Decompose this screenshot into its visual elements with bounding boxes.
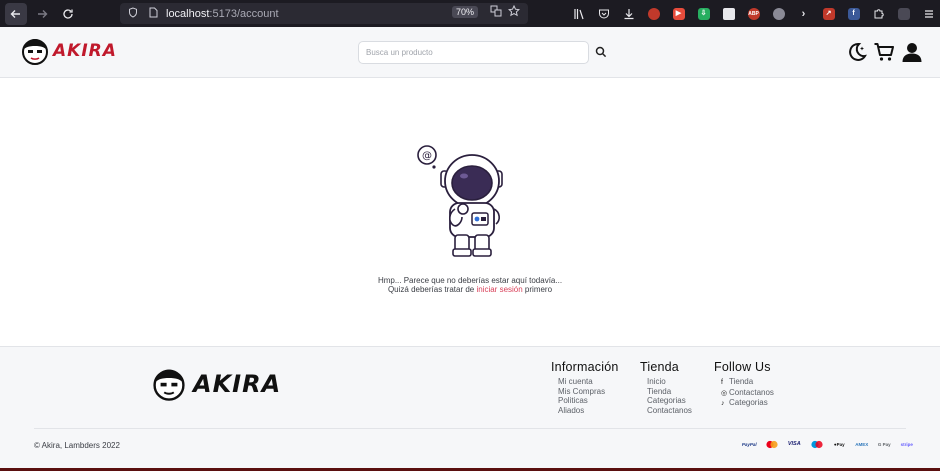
not-logged-in-message: Hmp... Parece que no deberías estar aquí… [377, 276, 563, 285]
footer-link-label: Categorias [729, 398, 768, 408]
footer-social-tiktok[interactable]: ♪ Categorias [714, 398, 774, 409]
user-account-icon[interactable] [901, 41, 923, 63]
address-bar[interactable]: localhost:5173/account 70% [120, 3, 528, 24]
account-empty-state: @ Hmp... Parece que no deberías estar aq… [0, 78, 940, 346]
arrow-right-icon [38, 9, 48, 18]
extension-3-icon[interactable]: ⇩ [691, 4, 716, 23]
translate-icon[interactable] [490, 5, 502, 20]
forward-button[interactable] [31, 3, 53, 25]
tiktok-icon: ♪ [721, 400, 725, 408]
footer-column-title: Follow Us [714, 360, 771, 374]
footer-logo[interactable]: AKIRA [151, 366, 281, 402]
extension-4-icon[interactable] [716, 4, 741, 23]
payment-label: VISA [787, 441, 801, 447]
reload-button[interactable] [57, 3, 79, 25]
payment-methods: PayPal VISA ●Pay AMEX G Pay stripe [738, 439, 918, 449]
akira-face-logo-icon [153, 369, 185, 401]
dark-mode-moon-icon[interactable] [846, 41, 868, 63]
amex-icon: AMEX [855, 441, 869, 447]
shield-icon[interactable] [126, 6, 140, 21]
astronaut-illustration: @ [417, 145, 503, 257]
payment-label: stripe [900, 441, 913, 447]
maestro-icon [806, 439, 829, 449]
adblock-icon[interactable]: ABP [741, 4, 766, 23]
menu-icon[interactable] [916, 4, 940, 23]
logo-text: AKIRA [53, 41, 117, 61]
facebook-icon: f [721, 379, 723, 386]
url-text[interactable]: localhost:5173/account [166, 8, 279, 20]
reload-icon [63, 8, 73, 19]
back-button[interactable] [5, 2, 27, 25]
extensions-puzzle-icon[interactable] [866, 4, 891, 23]
extension-7-icon[interactable]: ↗ [816, 4, 841, 23]
extension-9-icon[interactable] [891, 4, 916, 23]
footer-column-title: Información [551, 360, 619, 374]
footer-link-label: Contactanos [729, 387, 774, 397]
svg-text:@: @ [422, 151, 432, 162]
pocket-icon[interactable] [591, 4, 616, 23]
visa-icon: VISA [783, 439, 806, 449]
extension-2-icon[interactable]: ▶ [666, 4, 691, 23]
header-logo[interactable]: AKIRA [20, 36, 117, 66]
site-header: AKIRA [0, 27, 940, 78]
page-icon [146, 7, 160, 21]
footer-link[interactable]: Politicas [551, 396, 619, 406]
footer-logo-text: AKIRA [193, 370, 282, 398]
footer-column-follow-us: Follow Us f Tienda ◎ Contactanos ♪ Categori… [714, 360, 774, 409]
extension-5-icon[interactable] [766, 4, 791, 23]
arrow-left-icon [10, 9, 20, 18]
footer-link[interactable]: Mi cuenta [551, 377, 619, 387]
extension-6-icon[interactable]: › [791, 4, 816, 23]
paypal-icon: PayPal [738, 439, 761, 449]
login-link[interactable]: iniciar sesión [476, 285, 522, 294]
footer-social-facebook[interactable]: f Tienda [714, 377, 774, 388]
url-host: localhost [166, 7, 210, 20]
login-suggestion-suffix: primero [522, 285, 553, 294]
browser-toolbar: localhost:5173/account 70% ▶ ⇩ ABP › ↗ f [0, 0, 940, 27]
footer-link[interactable]: Inicio [640, 377, 692, 387]
url-path: :5173/account [209, 7, 279, 20]
site-footer: AKIRA Información Mi cuenta Mis Compras … [0, 346, 940, 471]
copyright: © Akira, Lambders 2022 [34, 441, 120, 450]
footer-column-tienda: Tienda Inicio Tienda Categorias Contacta… [640, 360, 692, 415]
footer-link[interactable]: Mis Compras [551, 387, 619, 397]
search-box [358, 41, 589, 64]
footer-link[interactable]: Contactanos [640, 406, 692, 416]
google-pay-icon: G Pay [877, 441, 891, 447]
footer-link[interactable]: Aliados [551, 406, 619, 416]
cart-icon[interactable] [873, 41, 895, 63]
footer-link-label: Tienda [729, 377, 754, 386]
mastercard-icon [761, 439, 784, 449]
search-input[interactable] [359, 42, 588, 63]
akira-face-logo-icon [22, 39, 48, 65]
footer-link[interactable]: Tienda [640, 387, 692, 397]
apple-pay-icon: ●Pay [833, 441, 845, 447]
footer-column-informacion: Información Mi cuenta Mis Compras Politi… [551, 360, 619, 415]
footer-social-instagram[interactable]: ◎ Contactanos [714, 388, 774, 399]
footer-column-title: Tienda [640, 360, 679, 374]
login-suggestion-prefix: Quizá deberías tratar de [387, 285, 477, 294]
extension-1-icon[interactable] [641, 4, 666, 23]
search-icon[interactable] [595, 46, 607, 58]
instagram-icon: ◎ [721, 389, 728, 397]
zoom-indicator[interactable]: 70% [451, 6, 478, 18]
footer-divider [34, 428, 906, 429]
extensions-toolbar: ▶ ⇩ ABP › ↗ f [566, 4, 940, 23]
bookmark-star-icon[interactable] [507, 4, 521, 20]
footer-link[interactable]: Categorias [640, 396, 692, 406]
facebook-extension-icon[interactable]: f [841, 4, 866, 23]
payment-label: PayPal [741, 441, 757, 447]
download-icon[interactable] [616, 4, 641, 23]
login-suggestion: Quizá deberías tratar de iniciar sesión … [0, 285, 940, 294]
library-icon[interactable] [566, 4, 591, 23]
stripe-icon: stripe [896, 439, 919, 449]
